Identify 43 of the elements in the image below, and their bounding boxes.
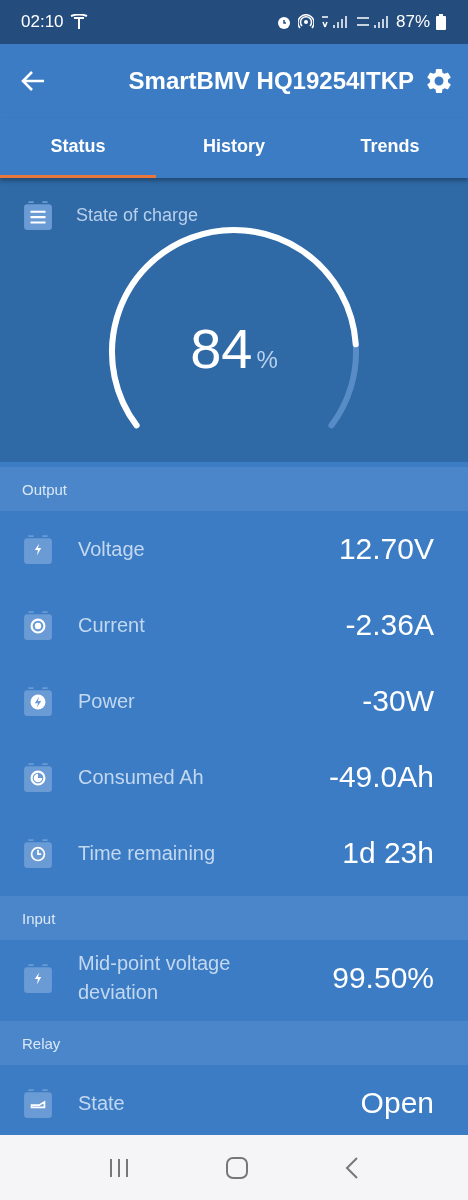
reading-value: Open: [360, 1086, 434, 1120]
settings-button[interactable]: [424, 66, 454, 96]
gauge-label: State of charge: [76, 204, 199, 226]
reading-value: 99.50%: [332, 961, 434, 995]
signal-icon: [319, 14, 350, 30]
hotspot-icon: [297, 14, 314, 30]
alarm-icon: [275, 14, 292, 30]
charge-value: 84: [190, 316, 253, 381]
back-button[interactable]: [20, 70, 46, 92]
consumed-icon: [24, 762, 52, 792]
reading-value: 1d 23h: [342, 836, 434, 870]
battery-icon: [436, 14, 446, 30]
section-title: Output: [22, 480, 68, 498]
device-title: SmartBMV HQ19254ITKP: [127, 67, 414, 95]
section-title: Relay: [22, 1034, 61, 1052]
tab[interactable]: Trends: [312, 118, 468, 178]
signal-icon: [355, 14, 390, 30]
charge-unit: %: [256, 346, 278, 374]
reading-value: -2.36A: [345, 608, 434, 642]
status-time: 02:10: [21, 12, 64, 32]
reading-label: Current: [77, 612, 146, 638]
voltage-icon: [24, 963, 52, 993]
reading-label: Power: [77, 688, 136, 714]
voltage-icon: [24, 534, 52, 564]
reading-value: -30W: [362, 684, 434, 718]
power-icon: [24, 686, 52, 716]
reading-value: 12.70V: [338, 532, 434, 566]
reading-label: Mid-point voltage deviation: [77, 951, 232, 1005]
reading-label: Voltage: [77, 536, 146, 562]
reading-label: Consumed Ah: [77, 764, 205, 790]
current-icon: [24, 610, 52, 640]
section-title: Input: [22, 909, 56, 927]
time-icon: [24, 838, 52, 868]
reading-label: State: [77, 1090, 126, 1116]
home-button[interactable]: [225, 1155, 249, 1180]
back-nav-button[interactable]: [344, 1155, 361, 1180]
tab[interactable]: History: [156, 118, 312, 178]
reading-label: Time remaining: [77, 840, 217, 866]
reading-value: -49.0Ah: [328, 760, 434, 794]
battery-percent: 87%: [395, 12, 430, 32]
list-icon: [24, 200, 52, 230]
relay-icon: [24, 1088, 52, 1118]
recent-apps-button[interactable]: [107, 1156, 130, 1179]
